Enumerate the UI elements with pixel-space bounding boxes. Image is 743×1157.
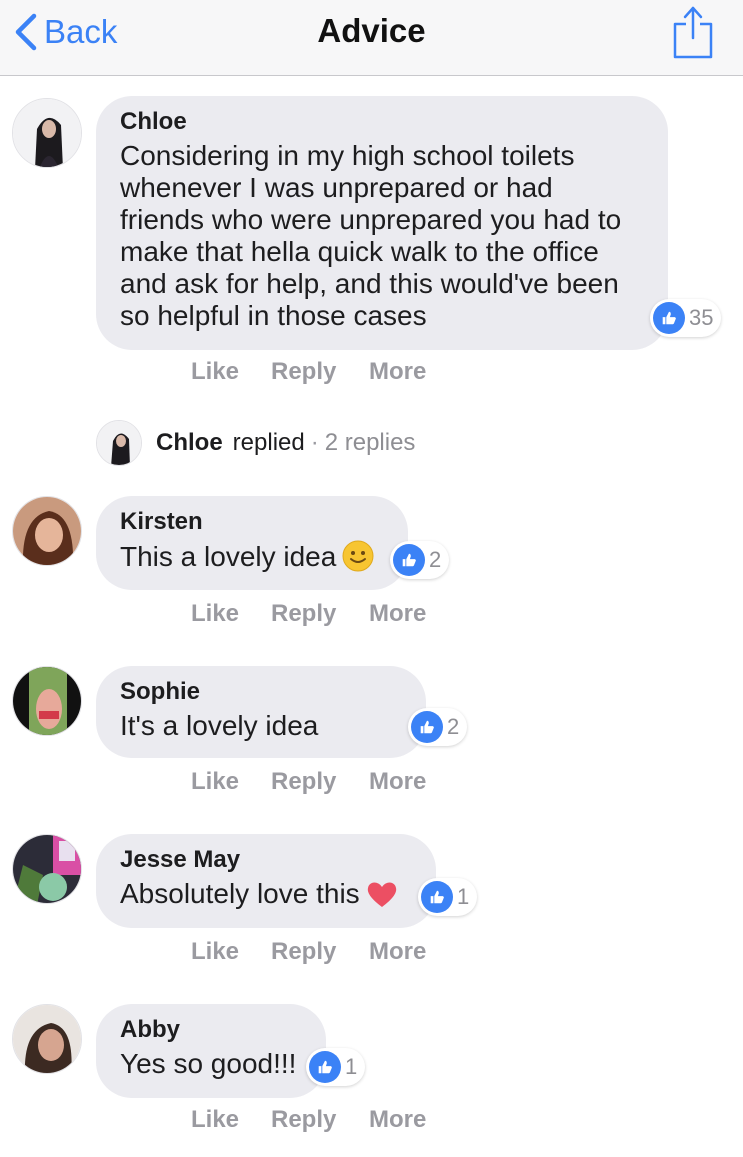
thumbs-up-icon <box>411 711 443 743</box>
comment-text: Considering in my high school toilets wh… <box>120 140 622 331</box>
share-icon[interactable] <box>671 4 715 60</box>
reply-button[interactable]: Reply <box>271 600 369 628</box>
like-count-badge[interactable]: 35 <box>650 299 722 337</box>
avatar <box>96 420 142 466</box>
page-title: Advice <box>317 12 426 49</box>
comment-actions: Like Reply More <box>191 1106 449 1134</box>
smile-emoji-icon <box>342 540 374 579</box>
comment-actions: Like Reply More <box>191 600 449 628</box>
more-button[interactable]: More <box>369 358 449 386</box>
reply-author: Chloe <box>156 429 223 456</box>
like-button[interactable]: Like <box>191 1106 271 1134</box>
thumbs-up-icon <box>309 1051 341 1083</box>
comment-actions: Like Reply More <box>191 358 449 386</box>
comment-author[interactable]: Abby <box>120 1016 302 1044</box>
more-button[interactable]: More <box>369 600 449 628</box>
comment-text: Absolutely love this <box>120 878 412 916</box>
avatar[interactable] <box>12 496 82 566</box>
separator: · <box>310 429 319 456</box>
comment-bubble[interactable]: Sophie It's a lovely idea <box>96 666 426 758</box>
thumbs-up-icon <box>421 881 453 913</box>
like-count-badge[interactable]: 1 <box>306 1048 366 1086</box>
like-count: 1 <box>457 884 470 909</box>
more-button[interactable]: More <box>369 1106 449 1134</box>
more-button[interactable]: More <box>369 938 449 966</box>
more-button[interactable]: More <box>369 768 449 796</box>
like-count-badge[interactable]: 2 <box>408 708 468 746</box>
like-button[interactable]: Like <box>191 358 271 386</box>
comment-actions: Like Reply More <box>191 768 449 796</box>
reply-button[interactable]: Reply <box>271 768 369 796</box>
avatar[interactable] <box>12 98 82 168</box>
like-count: 35 <box>689 305 714 330</box>
thumbs-up-icon <box>653 302 685 334</box>
like-button[interactable]: Like <box>191 938 271 966</box>
comment-bubble[interactable]: Jesse May Absolutely love this <box>96 834 436 928</box>
like-count: 2 <box>429 547 442 572</box>
like-button[interactable]: Like <box>191 600 271 628</box>
reply-count: 2 replies <box>324 429 416 456</box>
like-count: 2 <box>447 714 460 739</box>
comment-bubble[interactable]: Abby Yes so good!!! <box>96 1004 326 1098</box>
like-button[interactable]: Like <box>191 768 271 796</box>
comment-actions: Like Reply More <box>191 938 449 966</box>
comment-bubble[interactable]: Chloe Considering in my high school toil… <box>96 96 668 350</box>
nav-bar: Back Advice <box>0 0 743 76</box>
comment-author[interactable]: Sophie <box>120 678 402 706</box>
comment-author[interactable]: Chloe <box>120 108 644 136</box>
avatar[interactable] <box>12 834 82 904</box>
comment-bubble[interactable]: Kirsten This a lovely idea <box>96 496 408 590</box>
comment-text: It's a lovely idea <box>120 710 319 741</box>
like-count-badge[interactable]: 1 <box>418 878 478 916</box>
avatar[interactable] <box>12 1004 82 1074</box>
reply-button[interactable]: Reply <box>271 1106 369 1134</box>
thumbs-up-icon <box>393 544 425 576</box>
comment-author[interactable]: Kirsten <box>120 508 384 536</box>
like-count-badge[interactable]: 2 <box>390 541 450 579</box>
like-count: 1 <box>345 1054 358 1079</box>
reply-button[interactable]: Reply <box>271 358 369 386</box>
heart-emoji-icon <box>366 879 398 916</box>
comment-text: This a lovely idea <box>120 540 384 579</box>
view-replies-link[interactable]: Chloe replied · 2 replies <box>96 420 415 466</box>
replied-label: replied <box>232 429 305 456</box>
comment-author[interactable]: Jesse May <box>120 846 412 874</box>
reply-button[interactable]: Reply <box>271 938 369 966</box>
avatar[interactable] <box>12 666 82 736</box>
comment-text: Yes so good!!! <box>120 1048 297 1079</box>
